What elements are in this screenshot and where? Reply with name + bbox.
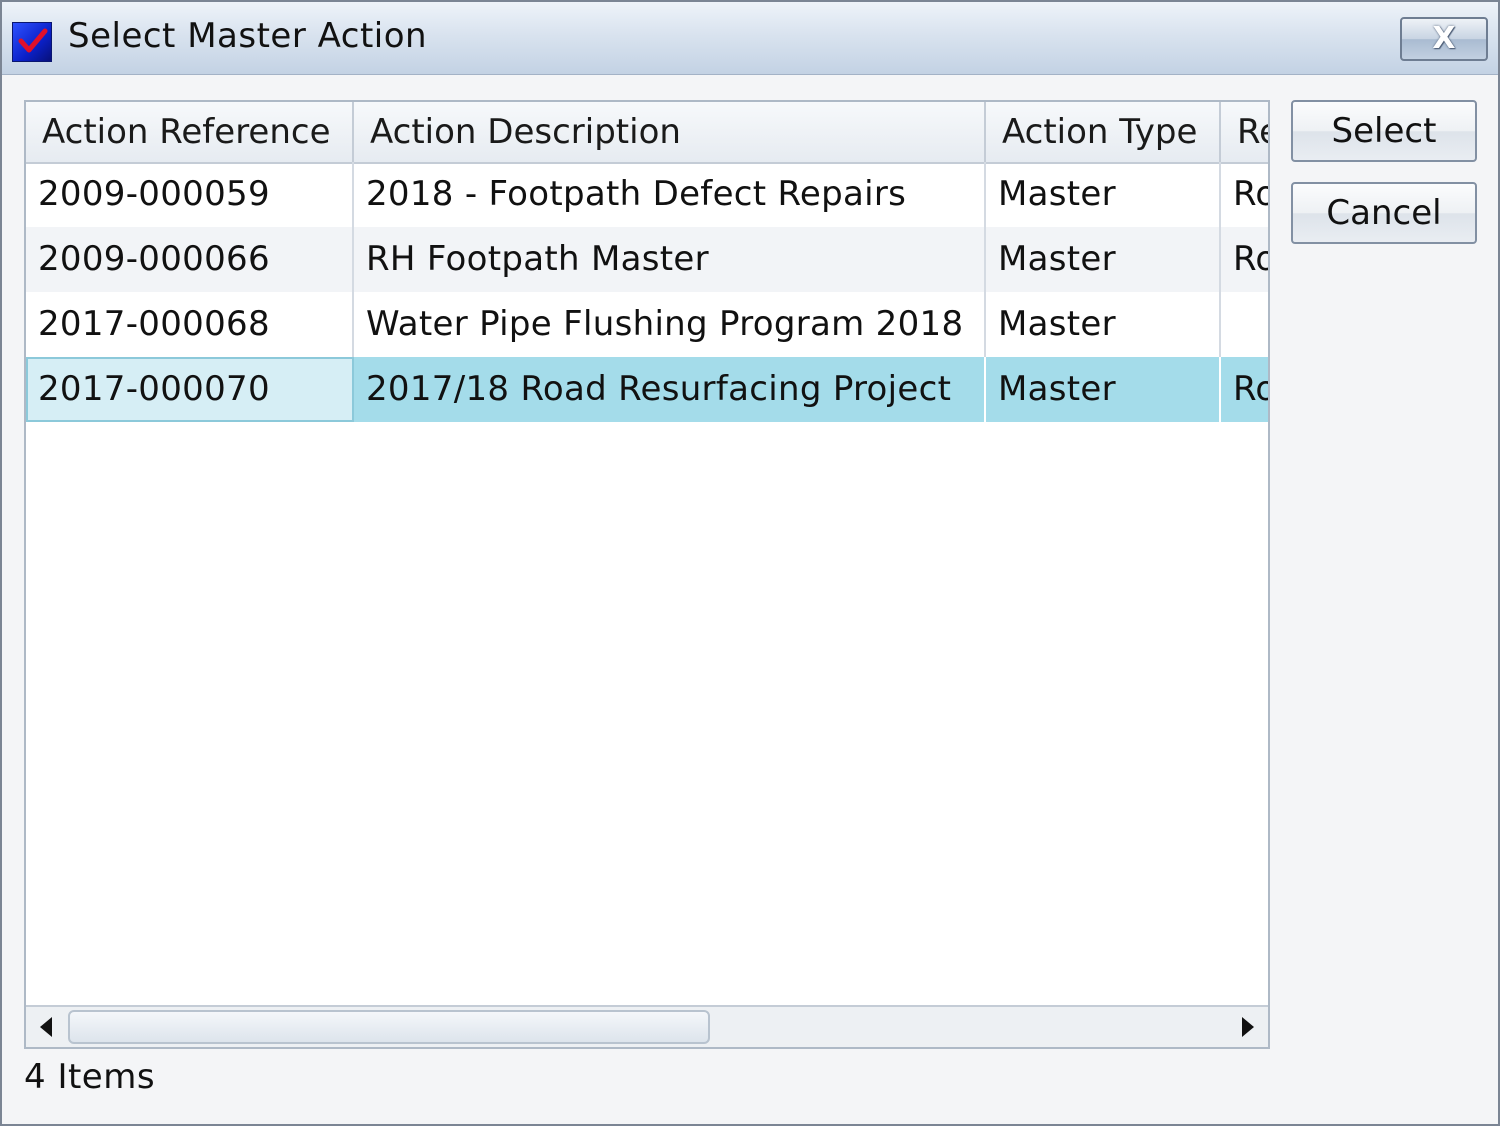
cell-truncated: Ro xyxy=(1221,357,1268,422)
close-icon: X xyxy=(1432,21,1456,56)
select-button[interactable]: Select xyxy=(1291,100,1477,162)
cell-action-reference: 2017-000068 xyxy=(26,292,354,357)
cell-action-reference-focused: 2017-000070 xyxy=(26,357,354,422)
cell-action-description: RH Footpath Master xyxy=(354,227,986,292)
grid-viewport: Action Reference Action Description Acti… xyxy=(26,102,1268,1005)
cell-truncated xyxy=(1221,292,1268,357)
scrollbar-thumb[interactable] xyxy=(68,1010,710,1044)
cell-action-description: Water Pipe Flushing Program 2018 xyxy=(354,292,986,357)
horizontal-scrollbar[interactable] xyxy=(26,1005,1268,1047)
cell-action-type: Master xyxy=(986,227,1221,292)
grid-header: Action Reference Action Description Acti… xyxy=(26,102,1268,164)
column-header-action-description[interactable]: Action Description xyxy=(354,102,986,162)
cell-action-type: Master xyxy=(986,162,1221,227)
table-row-selected[interactable]: 2017-000070 2017/18 Road Resurfacing Pro… xyxy=(26,357,1268,422)
checkbox-app-icon xyxy=(12,22,52,62)
cell-action-reference: 2009-000059 xyxy=(26,162,354,227)
cell-truncated: Ro xyxy=(1221,162,1268,227)
column-header-action-type[interactable]: Action Type xyxy=(986,102,1221,162)
dialog-window: Select Master Action X Action Reference … xyxy=(0,0,1500,1126)
column-header-truncated[interactable]: Re xyxy=(1221,102,1268,162)
window-title: Select Master Action xyxy=(68,16,428,56)
actions-grid[interactable]: Action Reference Action Description Acti… xyxy=(24,100,1270,1049)
column-header-action-reference[interactable]: Action Reference xyxy=(26,102,354,162)
title-bar[interactable]: Select Master Action X xyxy=(2,2,1498,75)
cancel-button[interactable]: Cancel xyxy=(1291,182,1477,244)
cell-action-reference: 2009-000066 xyxy=(26,227,354,292)
table-row[interactable]: 2017-000068 Water Pipe Flushing Program … xyxy=(26,292,1268,357)
cell-truncated: Ro xyxy=(1221,227,1268,292)
close-button[interactable]: X xyxy=(1400,17,1488,61)
cell-action-description: 2018 - Footpath Defect Repairs xyxy=(354,162,986,227)
cell-action-type: Master xyxy=(986,357,1221,422)
table-row[interactable]: 2009-000059 2018 - Footpath Defect Repai… xyxy=(26,162,1268,227)
table-row[interactable]: 2009-000066 RH Footpath Master Master Ro xyxy=(26,227,1268,292)
cell-action-description: 2017/18 Road Resurfacing Project xyxy=(354,357,986,422)
scroll-left-arrow-icon[interactable] xyxy=(40,1017,52,1037)
cell-action-type: Master xyxy=(986,292,1221,357)
item-count: 4 Items xyxy=(24,1057,156,1097)
scroll-right-arrow-icon[interactable] xyxy=(1242,1017,1254,1037)
